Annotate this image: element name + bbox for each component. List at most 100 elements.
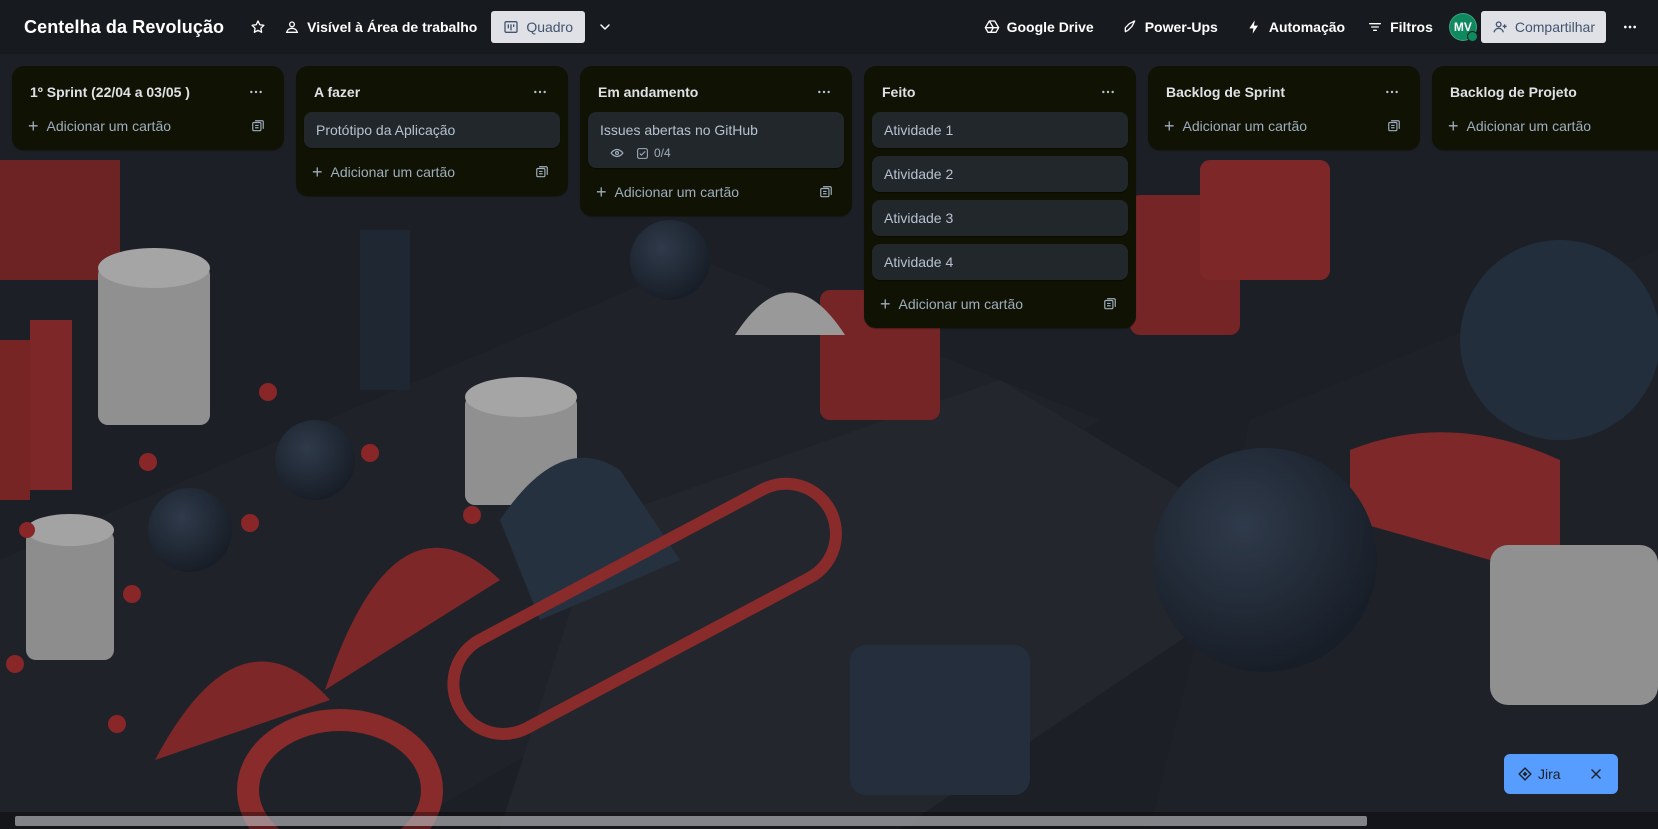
- add-card-button[interactable]: + Adicionar um cartão: [1440, 110, 1658, 142]
- card[interactable]: Protótipo da Aplicação: [304, 112, 560, 148]
- more-horizontal-icon: [1386, 90, 1398, 94]
- eye-icon: [610, 148, 624, 158]
- create-from-template-button[interactable]: [1382, 114, 1406, 138]
- chevron-down-icon: [597, 19, 613, 35]
- jira-icon: [1518, 767, 1532, 781]
- google-drive-button[interactable]: Google Drive: [974, 11, 1104, 43]
- template-icon: [820, 186, 832, 198]
- automation-button[interactable]: Automação: [1236, 11, 1355, 43]
- plus-icon: +: [28, 116, 39, 136]
- avatar[interactable]: MV: [1448, 13, 1478, 42]
- jira-widget[interactable]: Jira: [1504, 754, 1618, 794]
- workspace-visibility-icon: [284, 19, 300, 35]
- card-title: Atividade 3: [884, 210, 954, 226]
- checklist-badge: 0/4: [636, 146, 671, 160]
- star-button[interactable]: [242, 11, 274, 43]
- list-feito[interactable]: Feito Atividade 1 Atividade 2 Atividade …: [864, 66, 1136, 328]
- add-card-button[interactable]: + Adicionar um cartão: [20, 110, 276, 142]
- add-card-button[interactable]: + Adicionar um cartão: [304, 156, 560, 188]
- list-em-andamento[interactable]: Em andamento Issues abertas no GitHub 0/…: [580, 66, 852, 216]
- add-card-button[interactable]: + Adicionar um cartão: [872, 288, 1128, 320]
- share-button[interactable]: Compartilhar: [1480, 11, 1606, 43]
- card[interactable]: Atividade 4: [872, 244, 1128, 280]
- list-menu-button[interactable]: [810, 78, 838, 106]
- add-card-button[interactable]: + Adicionar um cartão: [588, 176, 844, 208]
- card[interactable]: Atividade 1: [872, 112, 1128, 148]
- view-switcher-button[interactable]: Quadro: [491, 11, 586, 43]
- list-menu-button[interactable]: [526, 78, 554, 106]
- list-sprint-1[interactable]: 1º Sprint (22/04 a 03/05 ) + Adicionar um…: [12, 66, 284, 150]
- plus-icon: +: [1448, 116, 1459, 136]
- filters-button[interactable]: Filtros: [1357, 11, 1443, 43]
- list-title[interactable]: Feito: [882, 84, 915, 100]
- views-dropdown-button[interactable]: [589, 11, 621, 43]
- create-from-template-button[interactable]: [530, 160, 554, 184]
- google-drive-icon: [984, 19, 1000, 35]
- add-card-label: Adicionar um cartão: [1466, 118, 1592, 134]
- card[interactable]: Atividade 2: [872, 156, 1128, 192]
- jira-label: Jira: [1538, 766, 1561, 782]
- board-header: Centelha da Revolução Visível à Área de …: [0, 0, 1658, 54]
- add-person-icon: [1492, 19, 1508, 35]
- list-header[interactable]: A fazer: [304, 74, 560, 110]
- template-icon: [1104, 298, 1116, 310]
- google-drive-label: Google Drive: [1006, 19, 1094, 35]
- list-header[interactable]: Backlog de Sprint: [1156, 74, 1412, 110]
- list-header[interactable]: Em andamento: [588, 74, 844, 110]
- card[interactable]: Issues abertas no GitHub 0/4: [588, 112, 844, 168]
- list-title[interactable]: A fazer: [314, 84, 360, 100]
- add-card-label: Adicionar um cartão: [898, 296, 1024, 312]
- list-title[interactable]: Backlog de Sprint: [1166, 84, 1285, 100]
- horizontal-scrollbar[interactable]: [0, 812, 1658, 829]
- filters-label: Filtros: [1390, 19, 1433, 35]
- watching-badge: [610, 146, 624, 160]
- card-list: Issues abertas no GitHub 0/4: [588, 110, 844, 168]
- board-title[interactable]: Centelha da Revolução: [24, 17, 224, 38]
- checklist-icon: [637, 147, 648, 159]
- list-title[interactable]: 1º Sprint (22/04 a 03/05 ): [30, 84, 190, 100]
- create-from-template-button[interactable]: [246, 114, 270, 138]
- close-button[interactable]: [1586, 764, 1606, 784]
- plus-icon: +: [312, 162, 323, 182]
- create-from-template-button[interactable]: [814, 180, 838, 204]
- powerups-button[interactable]: Power-Ups: [1112, 11, 1228, 43]
- create-from-template-button[interactable]: [1098, 292, 1122, 316]
- list-header[interactable]: 1º Sprint (22/04 a 03/05 ): [20, 74, 276, 110]
- template-icon: [536, 166, 548, 178]
- list-header[interactable]: Feito: [872, 74, 1128, 110]
- checklist-count: 0/4: [654, 146, 671, 160]
- list-header[interactable]: Backlog de Projeto: [1440, 74, 1658, 110]
- list-menu-button[interactable]: [1378, 78, 1406, 106]
- card-title: Atividade 2: [884, 166, 954, 182]
- visibility-button[interactable]: Visível à Área de trabalho: [274, 11, 487, 43]
- add-card-button[interactable]: + Adicionar um cartão: [1156, 110, 1412, 142]
- scrollbar-thumb[interactable]: [15, 816, 1367, 826]
- more-horizontal-icon: [250, 90, 262, 94]
- card[interactable]: Atividade 3: [872, 200, 1128, 236]
- board-menu-button[interactable]: [1614, 11, 1646, 43]
- list-menu-button[interactable]: [242, 78, 270, 106]
- board-view-icon: [503, 19, 519, 35]
- list-backlog-sprint[interactable]: Backlog de Sprint + Adicionar um cartão: [1148, 66, 1420, 150]
- lightning-icon: [1246, 19, 1262, 35]
- automation-label: Automação: [1268, 19, 1346, 35]
- add-card-label: Adicionar um cartão: [614, 184, 740, 200]
- list-title[interactable]: Backlog de Projeto: [1450, 84, 1577, 100]
- star-icon: [250, 19, 266, 35]
- card-list: Atividade 1 Atividade 2 Atividade 3 Ativ…: [872, 110, 1128, 280]
- card-title: Atividade 1: [884, 122, 954, 138]
- jira-button[interactable]: Jira: [1518, 766, 1586, 782]
- powerups-label: Power-Ups: [1144, 19, 1218, 35]
- list-a-fazer[interactable]: A fazer Protótipo da Aplicação + Adiciona…: [296, 66, 568, 196]
- add-card-label: Adicionar um cartão: [1182, 118, 1308, 134]
- card-list: Protótipo da Aplicação: [304, 110, 560, 148]
- close-icon: [1591, 769, 1601, 779]
- card-title: Issues abertas no GitHub: [600, 122, 758, 138]
- list-backlog-projeto[interactable]: Backlog de Projeto + Adicionar um cartão: [1432, 66, 1658, 150]
- list-menu-button[interactable]: [1094, 78, 1122, 106]
- list-title[interactable]: Em andamento: [598, 84, 698, 100]
- more-horizontal-icon: [534, 90, 546, 94]
- board-canvas: 1º Sprint (22/04 a 03/05 ) + Adicionar um…: [12, 66, 1658, 328]
- share-label: Compartilhar: [1514, 19, 1595, 35]
- admin-badge: [1466, 31, 1478, 42]
